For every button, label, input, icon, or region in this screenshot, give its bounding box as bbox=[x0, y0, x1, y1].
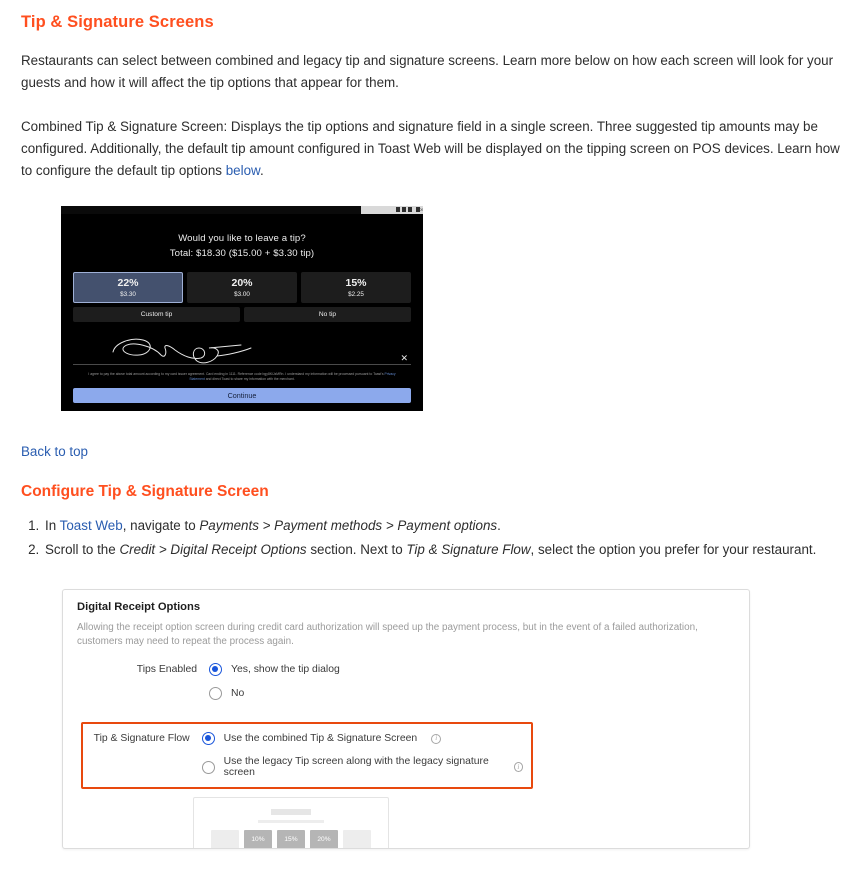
list-item: In Toast Web, navigate to Payments > Pay… bbox=[43, 514, 842, 538]
preview-chip bbox=[211, 830, 239, 848]
tip-prompt-title: Would you like to leave a tip? bbox=[178, 233, 306, 244]
intro-paragraph: Restaurants can select between combined … bbox=[21, 53, 834, 90]
tip-option-button[interactable]: 20% $3.00 bbox=[187, 272, 297, 303]
tip-percent: 22% bbox=[117, 276, 139, 289]
list-item: Scroll to the Credit > Digital Receipt O… bbox=[43, 538, 842, 562]
step-prefix: In bbox=[45, 518, 60, 533]
tips-enabled-radio-group: Yes, show the tip dialog No bbox=[209, 663, 340, 700]
payment-disclaimer: I agree to pay the above total amount ac… bbox=[85, 372, 399, 382]
tip-signature-flow-label: Tip & Signature Flow bbox=[93, 733, 190, 744]
page-title: Tip & Signature Screens bbox=[21, 13, 214, 31]
disclaimer-lead: I agree to pay the above total amount ac… bbox=[88, 372, 385, 376]
radio-label: No bbox=[231, 688, 245, 699]
signature-drawing bbox=[112, 338, 252, 364]
configuration-steps-list: In Toast Web, navigate to Payments > Pay… bbox=[20, 514, 842, 562]
signature-baseline bbox=[73, 364, 411, 365]
tip-signature-flow-radio-group: Use the combined Tip & Signature Screen … bbox=[201, 732, 523, 778]
panel-description: Allowing the receipt option screen durin… bbox=[77, 622, 698, 647]
preview-chip: 10% bbox=[244, 830, 272, 848]
tip-total-line: Total: $18.30 ($15.00 + $3.30 tip) bbox=[169, 248, 315, 259]
radio-label: Use the combined Tip & Signature Screen bbox=[223, 733, 418, 744]
below-link[interactable]: below bbox=[226, 163, 260, 178]
pos-screen-body: Would you like to leave a tip? Total: $1… bbox=[61, 214, 423, 411]
info-icon[interactable]: i bbox=[431, 733, 442, 744]
radio-button-icon[interactable] bbox=[209, 663, 222, 676]
tip-alt-options-row: Custom tip No tip bbox=[73, 307, 411, 322]
radio-label: Yes, show the tip dialog bbox=[231, 664, 340, 675]
article-page: Tip & Signature Screens Restaurants can … bbox=[0, 0, 862, 849]
radio-button-icon[interactable] bbox=[201, 732, 215, 745]
tip-screen-preview: 10% 15% 20% bbox=[193, 797, 389, 848]
tip-percent: 15% bbox=[345, 276, 367, 289]
preview-chip bbox=[343, 830, 371, 848]
signature-capture-area[interactable]: ✕ bbox=[73, 334, 411, 372]
tip-amount: $3.30 bbox=[120, 290, 136, 298]
paragraph-text-tail: . bbox=[259, 163, 264, 178]
tips-enabled-field: Tips Enabled Yes, show the tip dialog No bbox=[77, 663, 735, 700]
signature-clear-icon[interactable]: ✕ bbox=[400, 354, 408, 363]
step-middle: , navigate to bbox=[122, 518, 200, 533]
radio-button-icon[interactable] bbox=[209, 687, 222, 700]
pos-tip-signature-screenshot: 1:09 Would you like to leave a tip? Tota… bbox=[61, 206, 423, 411]
step-nav-path: Credit > Digital Receipt Options bbox=[119, 542, 307, 557]
step-nav-path: Payments > Payment methods > Payment opt… bbox=[199, 518, 498, 533]
tips-enabled-label: Tips Enabled bbox=[136, 664, 197, 675]
tip-amount: $2.25 bbox=[348, 290, 364, 298]
tip-amount: $3.00 bbox=[234, 290, 250, 298]
step-prefix: Scroll to the bbox=[45, 542, 120, 557]
panel-title: Digital Receipt Options bbox=[77, 601, 201, 613]
radio-option-no[interactable]: No bbox=[209, 687, 340, 700]
tip-percent: 20% bbox=[231, 276, 253, 289]
radio-option-yes[interactable]: Yes, show the tip dialog bbox=[209, 663, 340, 676]
back-to-top-link[interactable]: Back to top bbox=[21, 444, 88, 459]
digital-receipt-options-panel: Digital Receipt Options Allowing the rec… bbox=[62, 589, 750, 849]
signal-icon bbox=[396, 207, 400, 212]
battery-icon bbox=[408, 207, 412, 212]
radio-label: Use the legacy Tip screen along with the… bbox=[223, 756, 489, 778]
tip-signature-flow-highlight: Tip & Signature Flow Use the combined Ti… bbox=[81, 722, 533, 789]
no-tip-button[interactable]: No tip bbox=[244, 307, 411, 322]
toast-web-link[interactable]: Toast Web bbox=[60, 518, 123, 533]
preview-chip: 20% bbox=[310, 830, 338, 848]
status-bar-clock: 1:09 bbox=[416, 207, 423, 212]
status-bar-icons: 1:09 bbox=[396, 207, 423, 212]
radio-option-legacy-screen[interactable]: Use the legacy Tip screen along with the… bbox=[201, 756, 523, 778]
tip-option-button[interactable]: 15% $2.25 bbox=[301, 272, 411, 303]
wifi-icon bbox=[402, 207, 406, 212]
custom-tip-button[interactable]: Custom tip bbox=[73, 307, 240, 322]
tip-signature-flow-field: Tip & Signature Flow Use the combined Ti… bbox=[91, 732, 523, 778]
continue-button[interactable]: Continue bbox=[73, 388, 411, 403]
tip-option-button[interactable]: 22% $3.30 bbox=[73, 272, 183, 303]
paragraph-text-lead: Combined Tip & Signature Screen: Display… bbox=[21, 119, 840, 178]
step-middle: section. Next to bbox=[306, 542, 407, 557]
status-bar-dark-fill bbox=[61, 206, 361, 214]
preview-title-placeholder bbox=[271, 809, 311, 815]
step-suffix: . bbox=[497, 518, 501, 533]
combined-screen-paragraph: Combined Tip & Signature Screen: Display… bbox=[20, 116, 842, 182]
preview-chip: 15% bbox=[277, 830, 305, 848]
info-icon[interactable]: i bbox=[513, 762, 523, 772]
tip-options-row: 22% $3.30 20% $3.00 15% $2.25 bbox=[73, 272, 411, 303]
preview-subtitle-placeholder bbox=[258, 820, 324, 823]
disclaimer-tail: and direct Toast to share my information… bbox=[204, 377, 295, 381]
configure-section-title: Configure Tip & Signature Screen bbox=[21, 483, 269, 500]
step-suffix: , select the option you prefer for your … bbox=[530, 542, 817, 557]
preview-tip-chips: 10% 15% 20% bbox=[194, 830, 388, 848]
tablet-status-bar: 1:09 bbox=[61, 206, 423, 214]
radio-option-combined-screen[interactable]: Use the combined Tip & Signature Screen … bbox=[201, 732, 523, 745]
step-setting-name: Tip & Signature Flow bbox=[406, 542, 531, 557]
radio-button-icon[interactable] bbox=[201, 760, 215, 774]
